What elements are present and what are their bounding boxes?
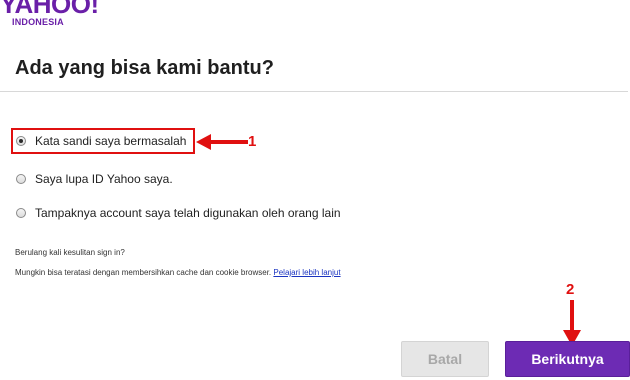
radio-forgot-id[interactable] (16, 174, 26, 184)
option-label: Saya lupa ID Yahoo saya. (35, 172, 173, 186)
annotation-highlight-box (11, 128, 195, 154)
annotation-number-1: 1 (248, 133, 257, 150)
cache-tip: Mungkin bisa teratasi dengan membersihka… (15, 268, 341, 278)
logo-region: INDONESIA (12, 17, 64, 27)
page: YAHOO! INDONESIA Ada yang bisa kami bant… (0, 0, 630, 380)
yahoo-logo[interactable]: YAHOO! INDONESIA (0, 0, 99, 31)
option-account-compromised[interactable]: Tampaknya account saya telah digunakan o… (16, 203, 341, 223)
next-button[interactable]: Berikutnya (505, 341, 630, 377)
annotation-number-2: 2 (566, 281, 575, 298)
learn-more-link[interactable]: Pelajari lebih lanjut (273, 268, 340, 277)
cancel-button[interactable]: Batal (401, 341, 489, 377)
annotation-arrow-left-icon (196, 134, 248, 150)
cache-tip-text: Mungkin bisa teratasi dengan membersihka… (15, 268, 272, 277)
page-title: Ada yang bisa kami bantu? (15, 57, 274, 79)
option-label: Tampaknya account saya telah digunakan o… (35, 206, 341, 220)
radio-account-compromised[interactable] (16, 208, 26, 218)
signin-trouble-question: Berulang kali kesulitan sign in? (15, 248, 125, 257)
logo-wordmark: YAHOO! (0, 0, 99, 19)
annotation-arrow-down-icon (563, 300, 581, 346)
option-forgot-id[interactable]: Saya lupa ID Yahoo saya. (16, 169, 173, 189)
title-divider (0, 91, 628, 92)
